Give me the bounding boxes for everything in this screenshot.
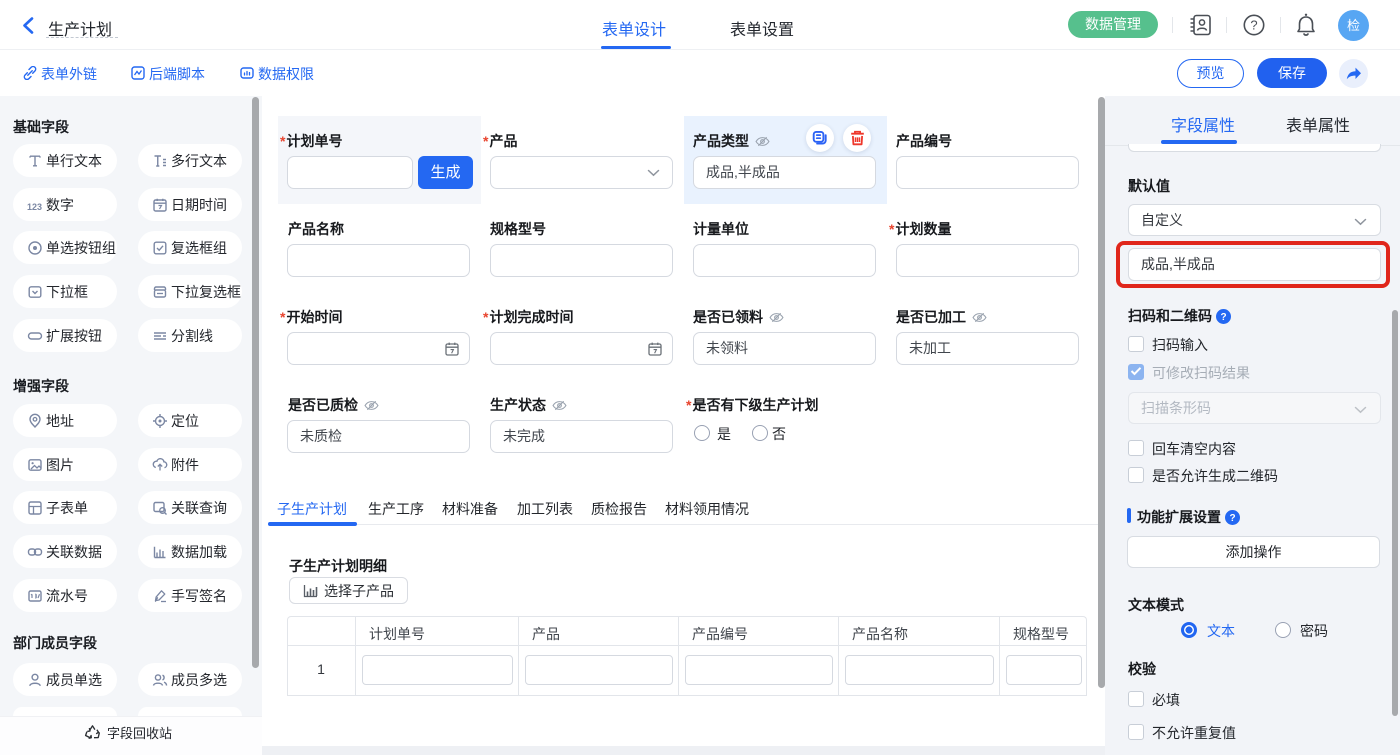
svg-text:?: ?: [1220, 312, 1226, 323]
svg-text:?: ?: [1250, 18, 1257, 33]
svg-text:?: ?: [1229, 513, 1235, 524]
